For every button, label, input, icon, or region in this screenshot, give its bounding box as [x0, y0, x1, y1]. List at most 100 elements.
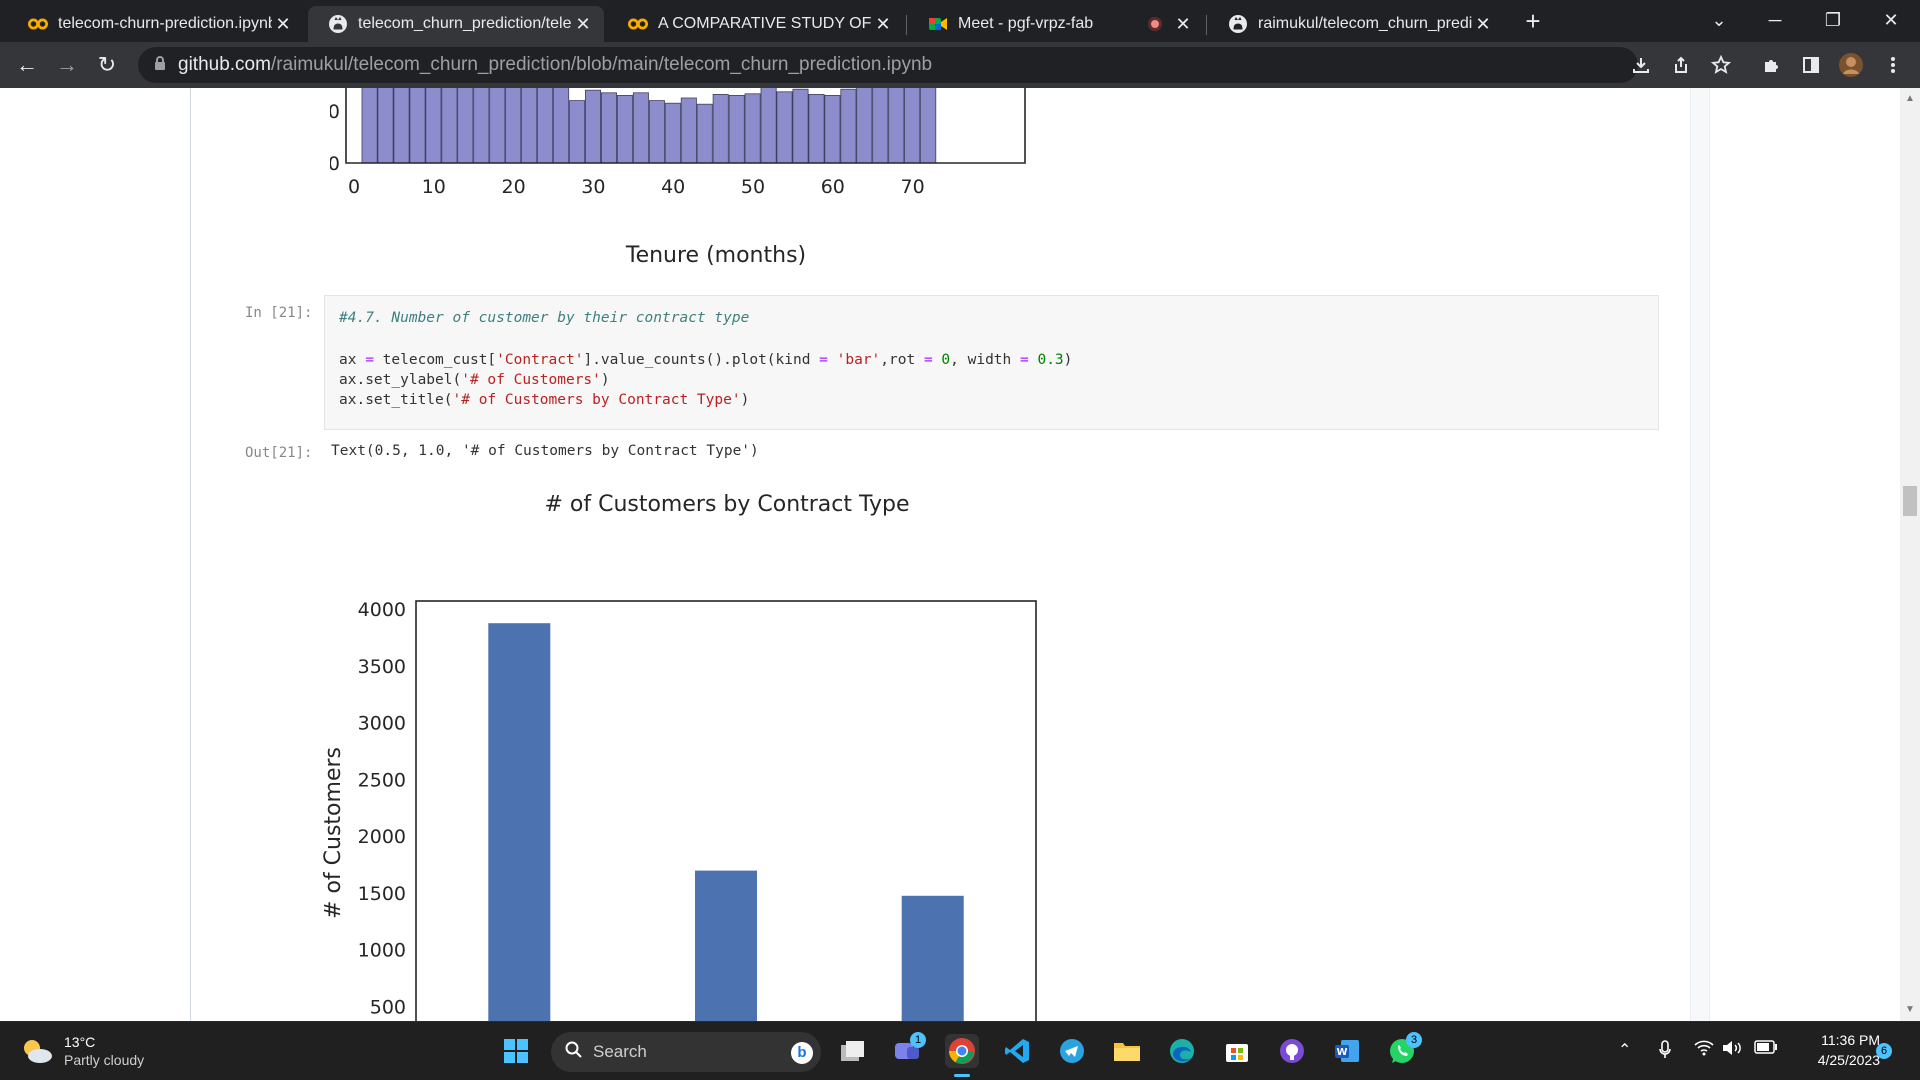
show-hidden-icons-chevron-icon[interactable]: ⌃: [1618, 1040, 1631, 1060]
microsoft-store-icon[interactable]: [1220, 1034, 1254, 1068]
meet-icon: [928, 14, 948, 34]
close-icon[interactable]: ✕: [272, 14, 294, 35]
histogram-bar: [409, 88, 426, 164]
forward-button[interactable]: →: [52, 50, 82, 80]
histogram-x-tick: 20: [502, 176, 526, 198]
restore-button[interactable]: ❐: [1810, 0, 1856, 40]
input-prompt: In [21]:: [245, 305, 313, 321]
page-scrollbar[interactable]: [1900, 88, 1920, 1021]
histogram-bar: [537, 88, 554, 164]
output-prompt: Out[21]:: [245, 445, 313, 461]
scroll-down-arrow-icon[interactable]: ▼: [1903, 1003, 1917, 1017]
histogram-bar: [505, 88, 522, 164]
histogram-bar: [856, 88, 873, 164]
histogram-x-tick: 0: [348, 176, 360, 198]
histogram-bar: [377, 88, 394, 164]
colab-icon: [628, 14, 648, 34]
wifi-icon[interactable]: [1694, 1040, 1714, 1061]
histogram-bar: [792, 88, 809, 164]
extensions-puzzle-icon[interactable]: [1756, 50, 1786, 80]
search-label: Search: [593, 1042, 647, 1061]
histogram-bar: [361, 88, 378, 164]
histogram-bar: [872, 88, 889, 164]
chrome-menu-icon[interactable]: [1878, 50, 1908, 80]
histogram-bar: [457, 88, 474, 164]
tab-colab-study[interactable]: A COMPARATIVE STUDY OF MUL ✕: [608, 6, 904, 42]
chrome-icon[interactable]: [945, 1034, 979, 1068]
weather-temperature: 13°C: [64, 1034, 96, 1050]
tab-google-meet[interactable]: Meet - pgf-vrpz-fab ✕: [908, 6, 1204, 42]
histogram-y-tick: 100: [330, 101, 340, 123]
histogram-bar: [648, 100, 665, 164]
output-text: Text(0.5, 1.0, '# of Customers by Contra…: [331, 443, 759, 459]
histogram-bar: [712, 94, 729, 164]
contract-bar: [695, 870, 757, 1021]
scroll-up-arrow-icon[interactable]: ▲: [1903, 92, 1917, 106]
tab-search-chevron-icon[interactable]: ⌄: [1696, 0, 1742, 40]
chart-ylabel: # of Customers: [321, 747, 346, 919]
y-tick-label: 1500: [358, 883, 406, 905]
new-tab-button[interactable]: +: [1518, 6, 1548, 36]
system-clock[interactable]: 11:36 PM 4/25/2023: [1790, 1030, 1880, 1070]
close-icon[interactable]: ✕: [1472, 14, 1494, 35]
close-icon[interactable]: ✕: [572, 14, 594, 35]
whatsapp-badge: 3: [1406, 1032, 1422, 1048]
search-icon: [565, 1041, 583, 1064]
microphone-icon[interactable]: [1658, 1040, 1672, 1065]
side-panel-icon[interactable]: [1796, 50, 1826, 80]
share-icon[interactable]: [1666, 50, 1696, 80]
clock-date: 4/25/2023: [1817, 1052, 1880, 1068]
back-button[interactable]: ←: [12, 50, 42, 80]
tab-github-active[interactable]: telecom_churn_prediction/teleco ✕: [308, 6, 604, 42]
install-app-icon[interactable]: [1626, 50, 1656, 80]
histogram-x-tick: 60: [821, 176, 845, 198]
code-line-1: ax = telecom_cust['Contract'].value_coun…: [339, 352, 1073, 368]
url-path: /raimukul/telecom_churn_prediction/blob/…: [270, 54, 933, 75]
vscode-icon[interactable]: [1000, 1034, 1034, 1068]
bookmark-star-icon[interactable]: [1706, 50, 1736, 80]
tab-colab-notebook[interactable]: telecom-churn-prediction.ipynb ✕: [8, 6, 304, 42]
address-bar[interactable]: github.com/raimukul/telecom_churn_predic…: [138, 47, 1638, 83]
histogram-bar: [696, 103, 713, 164]
histogram-bar: [888, 88, 905, 164]
scrollbar-thumb[interactable]: [1903, 486, 1917, 516]
github-desktop-icon[interactable]: [1275, 1034, 1309, 1068]
histogram-bar: [760, 88, 777, 164]
close-icon[interactable]: ✕: [872, 14, 894, 35]
histogram-x-tick: 30: [581, 176, 605, 198]
contract-type-bar-chart: # of Customers by Contract Type # of Cus…: [321, 492, 1037, 1021]
histogram-x-tick: 70: [901, 176, 925, 198]
code-cell[interactable]: #4.7. Number of customer by their contra…: [324, 295, 1659, 430]
file-explorer-icon[interactable]: [1110, 1034, 1144, 1068]
weather-widget[interactable]: 13°C Partly cloudy: [20, 1032, 200, 1072]
histogram-bar: [553, 88, 570, 164]
taskbar-search[interactable]: Search b: [551, 1032, 821, 1072]
histogram-x-tick: 50: [741, 176, 765, 198]
tenure-histogram: 0100200010203040506070 Tenure (months): [330, 88, 1026, 268]
recording-indicator-icon: [1148, 17, 1162, 31]
code-line-2: ax.set_ylabel('# of Customers'): [339, 372, 610, 388]
minimize-button[interactable]: ─: [1752, 0, 1798, 40]
code-comment: #4.7. Number of customer by their contra…: [339, 310, 750, 326]
histogram-xlabel: Tenure (months): [625, 243, 806, 268]
histogram-bar: [584, 89, 601, 164]
task-view-icon[interactable]: [836, 1034, 870, 1068]
word-icon[interactable]: W: [1330, 1034, 1364, 1068]
tab-github-repo[interactable]: raimukul/telecom_churn_predicti ✕: [1208, 6, 1504, 42]
telegram-icon[interactable]: [1055, 1034, 1089, 1068]
volume-icon[interactable]: [1722, 1040, 1744, 1061]
close-icon[interactable]: ✕: [1172, 14, 1194, 35]
edge-icon[interactable]: [1165, 1034, 1199, 1068]
histogram-bar: [808, 94, 825, 164]
lock-icon: [154, 55, 166, 75]
contract-bar: [901, 895, 964, 1021]
active-app-indicator: [954, 1074, 970, 1077]
histogram-bar: [569, 100, 586, 164]
reload-button[interactable]: ↻: [92, 50, 122, 80]
notification-count-badge[interactable]: 6: [1876, 1043, 1892, 1059]
battery-icon[interactable]: [1754, 1040, 1778, 1059]
windows-start-icon[interactable]: [499, 1034, 533, 1068]
profile-avatar[interactable]: [1836, 50, 1866, 80]
close-window-button[interactable]: ✕: [1868, 0, 1914, 40]
github-icon: [1228, 14, 1248, 34]
